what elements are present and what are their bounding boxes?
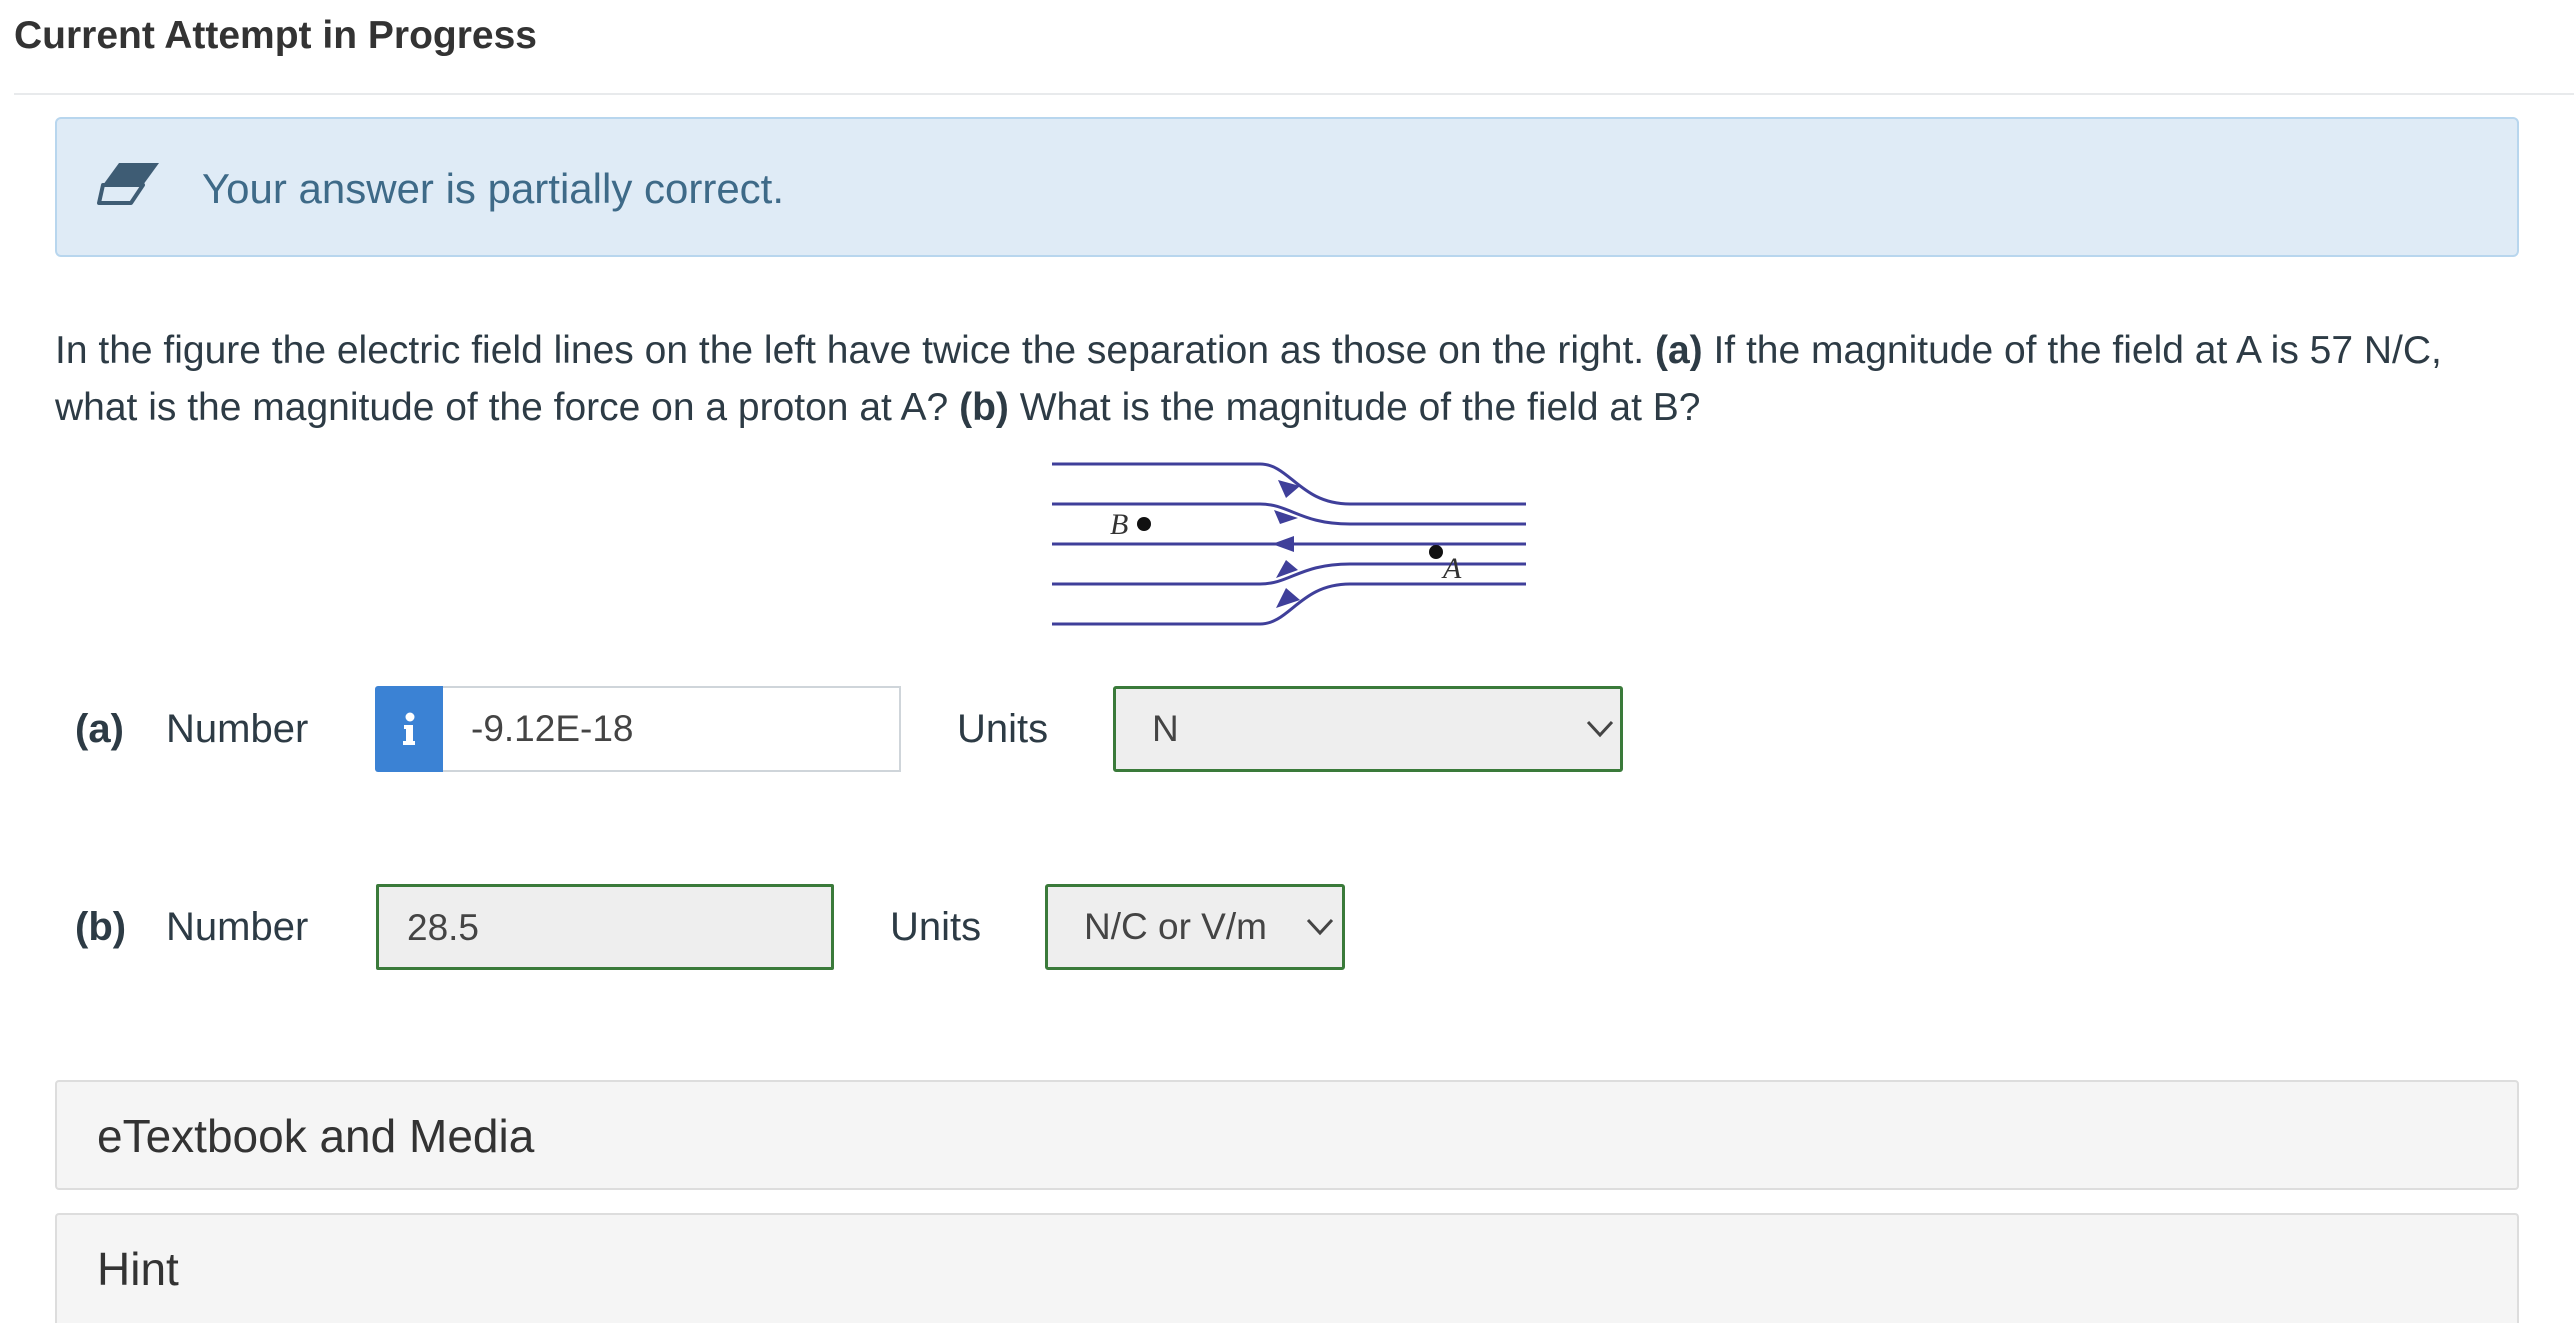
etextbook-panel-title: eTextbook and Media bbox=[97, 1110, 535, 1162]
chevron-down-icon bbox=[1586, 720, 1614, 738]
number-label-a: Number bbox=[166, 707, 309, 751]
unit-select-a[interactable]: N bbox=[1113, 686, 1623, 772]
info-button[interactable] bbox=[375, 686, 443, 772]
number-label-b: Number bbox=[166, 905, 309, 949]
part-a-label: (a) bbox=[75, 707, 124, 751]
answer-b-input[interactable]: 28.5 bbox=[376, 884, 834, 970]
part-b-tag: (b) bbox=[959, 386, 1009, 429]
eraser-icon bbox=[97, 163, 159, 205]
title-divider bbox=[14, 93, 2574, 95]
info-icon bbox=[403, 712, 415, 745]
feedback-alert: Your answer is partially correct. bbox=[55, 117, 2519, 257]
answer-a-input[interactable]: -9.12E-18 bbox=[443, 686, 901, 772]
chevron-down-icon bbox=[1306, 918, 1334, 936]
hint-panel-title: Hint bbox=[97, 1243, 179, 1295]
part-b-text: What is the magnitude of the field at B? bbox=[1008, 386, 1701, 429]
figure-label-b: B bbox=[1110, 508, 1128, 541]
unit-select-b[interactable]: N/C or V/m bbox=[1045, 884, 1345, 970]
point-b-marker bbox=[1137, 517, 1151, 531]
figure-label-a: A bbox=[1441, 552, 1462, 585]
answer-row-a: (a) Number -9.12E-18 Units N bbox=[0, 686, 2574, 772]
hint-panel[interactable]: Hint bbox=[55, 1213, 2519, 1323]
answer-row-b: (b) Number 28.5 Units N/C or V/m bbox=[0, 884, 2574, 970]
units-label-a: Units bbox=[957, 707, 1049, 751]
question-text: In the figure the electric field lines o… bbox=[55, 322, 2525, 436]
question-intro: In the figure the electric field lines o… bbox=[55, 329, 1655, 372]
part-a-tag: (a) bbox=[1654, 329, 1703, 372]
feedback-text: Your answer is partially correct. bbox=[202, 165, 785, 212]
part-b-label: (b) bbox=[75, 905, 127, 949]
point-a-marker bbox=[1429, 545, 1443, 559]
etextbook-panel[interactable]: eTextbook and Media bbox=[55, 1080, 2519, 1190]
field-lines-figure: B A bbox=[1052, 462, 1526, 626]
unit-select-b-value: N/C or V/m bbox=[1084, 906, 1267, 947]
units-label-b: Units bbox=[890, 905, 982, 949]
unit-select-a-value: N bbox=[1152, 708, 1179, 749]
page-title: Current Attempt in Progress bbox=[14, 14, 537, 57]
